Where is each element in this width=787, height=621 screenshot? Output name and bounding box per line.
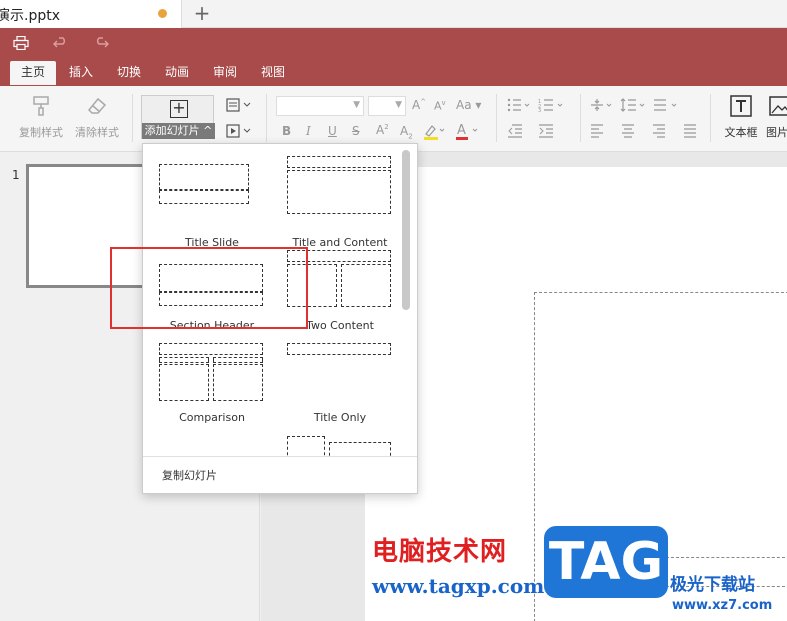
copy-format-button[interactable]: 复制样式 — [16, 94, 66, 140]
clear-format-button[interactable]: 清除样式 — [72, 94, 122, 140]
picture-icon — [769, 96, 787, 116]
bold-icon[interactable]: B — [282, 124, 291, 138]
tab-transition[interactable]: 切换 — [110, 61, 148, 85]
picture-label: 图片 — [766, 126, 787, 139]
annotation-highlight-box — [110, 247, 308, 329]
tab-view[interactable]: 视图 — [254, 61, 292, 85]
tab-insert[interactable]: 插入 — [62, 61, 100, 85]
decrease-indent-icon[interactable] — [507, 124, 523, 138]
app-header: 主页 插入 切换 动画 审阅 视图 — [0, 28, 787, 86]
chevron-up-icon: ^ — [203, 124, 213, 137]
font-color-icon[interactable]: A — [454, 122, 480, 140]
printer-icon[interactable] — [13, 36, 29, 50]
ribbon-divider — [496, 94, 497, 142]
unsaved-indicator-icon — [158, 9, 167, 18]
copy-format-label: 复制样式 — [19, 126, 63, 139]
format-painter-icon — [33, 96, 49, 116]
bullet-list-icon[interactable] — [507, 98, 533, 112]
clear-format-label: 清除样式 — [75, 126, 119, 139]
dropdown-scrollbar[interactable] — [402, 150, 410, 310]
svg-text:3: 3 — [538, 108, 541, 112]
change-case-icon[interactable]: Aa ▾ — [456, 98, 481, 112]
add-slide-label: 添加幻灯片 ^ — [142, 123, 215, 139]
layout-name: Comparison — [179, 411, 245, 424]
watermark-site-name: 极光下载站 — [670, 575, 755, 595]
tab-review[interactable]: 审阅 — [206, 61, 244, 85]
layout-menu-icon[interactable] — [226, 98, 252, 112]
highlight-color-icon[interactable] — [422, 122, 446, 140]
svg-text:A: A — [457, 123, 466, 138]
redo-icon[interactable] — [93, 36, 109, 50]
layout-partial[interactable] — [281, 436, 399, 456]
picture-button[interactable]: 图片 — [766, 94, 787, 140]
decrease-font-icon[interactable]: Av — [434, 99, 446, 113]
watermark-tag-logo: TAG — [544, 526, 668, 598]
play-slideshow-icon[interactable] — [226, 124, 252, 138]
watermark-site-url: www.xz7.com — [672, 598, 773, 613]
subscript-icon[interactable]: A2 — [400, 124, 413, 140]
add-slide-button[interactable]: + 添加幻灯片 ^ — [141, 95, 215, 139]
paragraph-spacing-icon[interactable] — [653, 98, 681, 112]
browser-tab-bar: 演示.pptx + — [0, 0, 787, 28]
layout-title-slide[interactable]: Title Slide — [153, 156, 271, 249]
justify-icon[interactable] — [683, 124, 697, 138]
font-size-select[interactable]: ▼ — [368, 96, 406, 116]
watermark-url: www.tagxp.com — [372, 574, 545, 598]
increase-indent-icon[interactable] — [538, 124, 554, 138]
duplicate-slide-item[interactable]: 复制幻灯片 — [162, 467, 217, 483]
ribbon-divider — [266, 94, 267, 142]
superscript-icon[interactable]: A2 — [376, 123, 389, 137]
watermark-text: 电脑技术网 — [372, 537, 508, 567]
text-box-icon — [730, 95, 752, 117]
italic-icon[interactable]: I — [306, 124, 311, 138]
layout-title-only[interactable]: Title Only — [281, 343, 399, 424]
ribbon-divider — [580, 94, 581, 142]
ribbon-divider — [132, 94, 133, 142]
increase-font-icon[interactable]: A^ — [412, 98, 426, 112]
underline-icon[interactable]: U — [328, 124, 337, 138]
new-tab-plus-icon[interactable]: + — [192, 2, 212, 24]
tab-home[interactable]: 主页 — [10, 61, 56, 85]
tab-animation[interactable]: 动画 — [158, 61, 196, 85]
layout-comparison[interactable]: Comparison — [153, 343, 271, 424]
layout-name: Title Only — [313, 411, 367, 424]
ribbon-divider — [710, 94, 711, 142]
undo-icon[interactable] — [53, 36, 69, 50]
document-tab-title: 演示.pptx — [0, 8, 60, 24]
plus-icon: + — [170, 100, 188, 118]
line-spacing-icon[interactable] — [620, 98, 648, 112]
layout-title-and-content[interactable]: Title and Content — [281, 156, 399, 249]
strikethrough-icon[interactable]: S — [352, 124, 360, 138]
numbered-list-icon[interactable]: 123 — [538, 98, 566, 112]
align-center-icon[interactable] — [621, 124, 635, 138]
align-right-icon[interactable] — [652, 124, 666, 138]
font-family-select[interactable]: ▼ — [276, 96, 364, 116]
slide-number: 1 — [12, 168, 20, 182]
text-box-button[interactable]: 文本框 — [720, 94, 762, 140]
vertical-align-icon[interactable] — [590, 98, 614, 112]
document-tab[interactable]: 演示.pptx — [0, 0, 182, 28]
eraser-icon — [87, 97, 107, 114]
text-box-label: 文本框 — [724, 126, 758, 139]
align-left-icon[interactable] — [590, 124, 604, 138]
dropdown-divider — [143, 456, 417, 457]
